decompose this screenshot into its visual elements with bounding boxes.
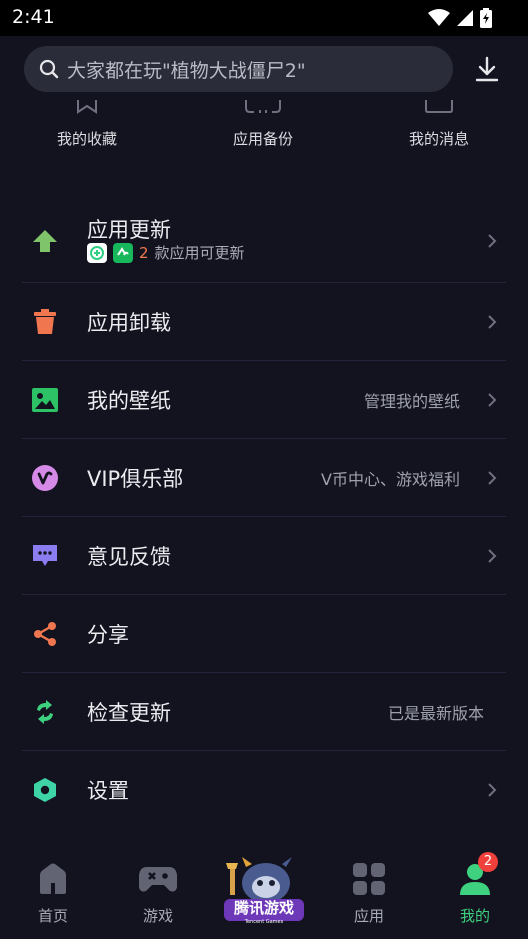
refresh-icon: [32, 699, 58, 725]
tab-mine[interactable]: 我的: [445, 863, 505, 926]
shortcut-favorites[interactable]: 我的收藏: [17, 100, 157, 149]
menu-title: 应用卸载: [87, 310, 171, 335]
menu-hint: 管理我的壁纸: [363, 391, 460, 411]
tencent-games-logo[interactable]: 腾讯游戏 Tencent Games: [222, 855, 306, 927]
menu-title: 检查更新: [87, 700, 171, 725]
update-summary: 2 款应用可更新: [87, 242, 245, 263]
vip-icon: [32, 464, 58, 491]
status-bar: 2:41: [0, 0, 528, 36]
menu-check-update[interactable]: 检查更新 已是最新版本: [22, 673, 506, 751]
shortcut-label: 我的消息: [408, 130, 469, 148]
tab-label: 游戏: [142, 907, 173, 925]
tab-apps[interactable]: 应用: [339, 863, 399, 926]
chat-icon: [32, 543, 58, 569]
backup-icon: [245, 100, 281, 113]
shortcut-label: 我的收藏: [56, 130, 117, 148]
menu-title: 意见反馈: [87, 544, 171, 569]
chevron-right-icon: [488, 782, 497, 797]
menu-feedback[interactable]: 意见反馈: [22, 517, 506, 595]
menu-vip-club[interactable]: VIP俱乐部 V币中心、游戏福利: [22, 439, 506, 517]
search-bar[interactable]: 大家都在玩"植物大战僵尸2": [24, 46, 453, 92]
chevron-right-icon: [488, 314, 497, 329]
bookmark-icon: [77, 100, 97, 114]
share-icon: [32, 621, 58, 647]
search-header: 大家都在玩"植物大战僵尸2": [0, 36, 528, 100]
app-icon-1: [87, 242, 107, 263]
status-time: 2:41: [12, 6, 55, 28]
download-icon[interactable]: [472, 54, 502, 84]
shortcut-row: 我的收藏 应用备份 我的消息: [0, 100, 528, 180]
signal-icon: [457, 10, 473, 26]
menu-title: 应用更新: [87, 218, 171, 242]
settings-menu: 应用更新 2 款应用可更新 应用卸载 我的壁纸 管理我的壁纸 VIP俱乐部 V币…: [0, 200, 528, 828]
menu-title: VIP俱乐部: [87, 466, 184, 491]
wifi-icon: [428, 9, 450, 26]
shortcut-backup[interactable]: 应用备份: [193, 100, 333, 149]
chevron-right-icon: [488, 234, 497, 248]
home-icon: [40, 863, 66, 894]
logo-subtext: Tencent Games: [244, 919, 284, 925]
battery-icon: [480, 8, 492, 28]
search-icon: [39, 59, 59, 79]
shortcut-label: 应用备份: [232, 130, 293, 148]
menu-hint: V币中心、游戏福利: [321, 469, 460, 489]
apps-grid-icon: [353, 863, 385, 895]
trash-icon: [32, 308, 58, 335]
app-icon-2: [113, 242, 133, 263]
settings-hexagon-icon: [32, 777, 58, 803]
menu-settings[interactable]: 设置: [22, 751, 506, 828]
arrow-up-icon: [32, 228, 58, 254]
menu-title: 分享: [87, 622, 129, 647]
menu-wallpaper[interactable]: 我的壁纸 管理我的壁纸: [22, 361, 506, 439]
menu-app-update[interactable]: 应用更新 2 款应用可更新: [22, 200, 506, 283]
shortcut-messages[interactable]: 我的消息: [369, 100, 509, 149]
notification-badge: 2: [478, 852, 498, 872]
update-count: 2: [139, 243, 149, 262]
menu-title: 设置: [87, 778, 129, 803]
tab-games[interactable]: 游戏: [128, 863, 188, 926]
message-icon: [425, 100, 453, 113]
tab-label: 首页: [37, 907, 68, 925]
search-placeholder: 大家都在玩"植物大战僵尸2": [67, 59, 306, 82]
image-icon: [32, 387, 58, 413]
update-count-text: 款应用可更新: [154, 244, 245, 262]
tab-label: 我的: [459, 907, 490, 925]
chevron-right-icon: [488, 470, 497, 485]
gamepad-icon: [139, 867, 177, 892]
tab-label: 应用: [353, 907, 384, 925]
chevron-right-icon: [488, 392, 497, 407]
chevron-right-icon: [488, 548, 497, 563]
menu-share[interactable]: 分享: [22, 595, 506, 673]
tab-home[interactable]: 首页: [23, 863, 83, 926]
menu-app-uninstall[interactable]: 应用卸载: [22, 283, 506, 361]
menu-title: 我的壁纸: [87, 388, 171, 413]
menu-hint: 已是最新版本: [387, 703, 484, 723]
logo-text: 腾讯游戏: [233, 899, 294, 917]
